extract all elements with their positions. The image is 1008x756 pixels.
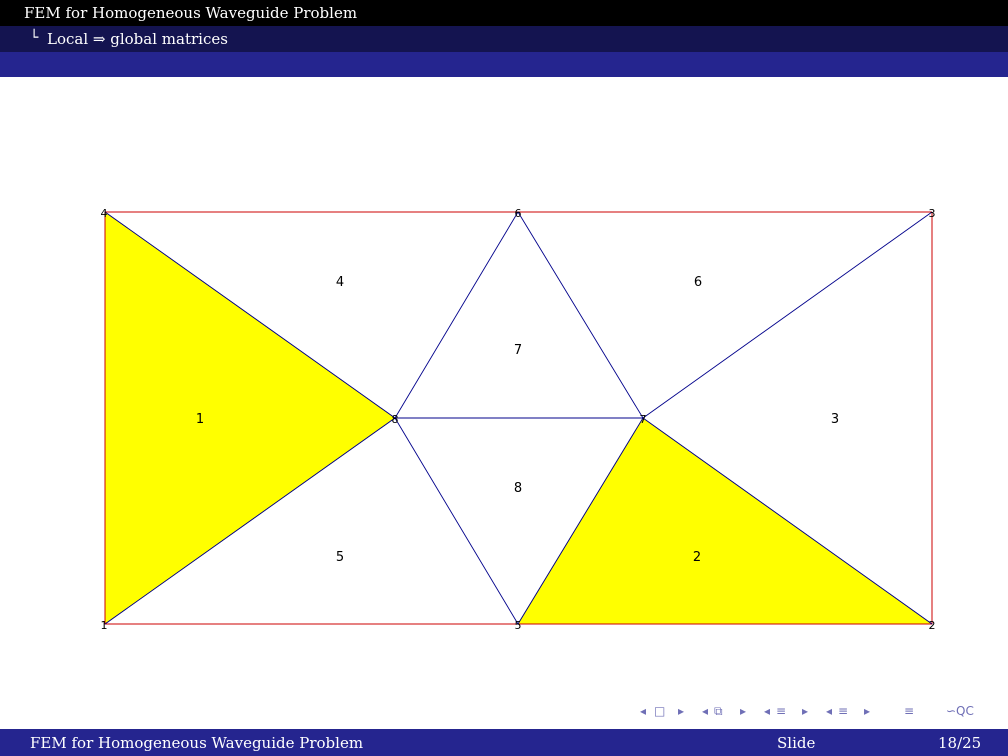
mesh-diagram: 1 2 3 4 5 6 7 8 1 2 3 4 5 6 7 8 xyxy=(101,207,936,632)
footer-page-number: 18/25 xyxy=(938,734,982,752)
right-arrow-icon[interactable]: ▸ xyxy=(802,704,808,718)
element-label-1: 1 xyxy=(196,412,204,427)
node-label-1: 1 xyxy=(101,619,108,632)
footer-title: FEM for Homogeneous Waveguide Problem xyxy=(30,734,364,752)
right-arrow-icon[interactable]: ▸ xyxy=(678,704,684,718)
node-label-2: 2 xyxy=(929,619,936,632)
node-label-8: 8 xyxy=(392,413,399,426)
node-label-7: 7 xyxy=(640,413,647,426)
footer-slide-label: Slide xyxy=(777,734,816,752)
subsection-icon[interactable]: ⧉ xyxy=(714,704,723,719)
element-label-2: 2 xyxy=(693,550,701,565)
element-1-fill xyxy=(104,211,396,625)
left-arrow-icon[interactable]: ◂ xyxy=(764,704,770,718)
edge-8-6 xyxy=(394,211,519,419)
left-arrow-icon[interactable]: ◂ xyxy=(640,704,646,718)
element-label-7: 7 xyxy=(514,343,522,358)
search-icon[interactable]: ∽QC xyxy=(946,704,974,718)
node-label-4: 4 xyxy=(101,207,108,220)
frame-icon[interactable]: □ xyxy=(654,704,665,718)
align-icon[interactable]: ≡ xyxy=(904,704,914,718)
edge-8-5 xyxy=(394,417,519,625)
node-label-6: 6 xyxy=(515,207,522,220)
right-arrow-icon[interactable]: ▸ xyxy=(864,704,870,718)
right-arrow-icon[interactable]: ▸ xyxy=(740,704,746,718)
element-label-8: 8 xyxy=(514,481,522,496)
edge-7-3 xyxy=(642,211,933,419)
element-label-6: 6 xyxy=(694,275,702,290)
left-arrow-icon[interactable]: ◂ xyxy=(826,704,832,718)
section-icon[interactable]: ≡ xyxy=(776,704,786,718)
element-label-4: 4 xyxy=(336,275,344,290)
node-label-3: 3 xyxy=(929,207,936,220)
beamer-navigation-bar: ◂ □ ▸ ◂ ⧉ ▸ ◂ ≡ ▸ ◂ ≡ ▸ ≡ ∽QC xyxy=(636,704,1008,724)
footer-bar: FEM for Homogeneous Waveguide Problem Sl… xyxy=(0,729,1008,756)
element-label-3: 3 xyxy=(831,412,839,427)
node-label-5: 5 xyxy=(515,619,522,632)
element-label-5: 5 xyxy=(336,550,344,565)
section-icon[interactable]: ≡ xyxy=(838,704,848,718)
edge-6-7 xyxy=(517,211,644,419)
left-arrow-icon[interactable]: ◂ xyxy=(702,704,708,718)
